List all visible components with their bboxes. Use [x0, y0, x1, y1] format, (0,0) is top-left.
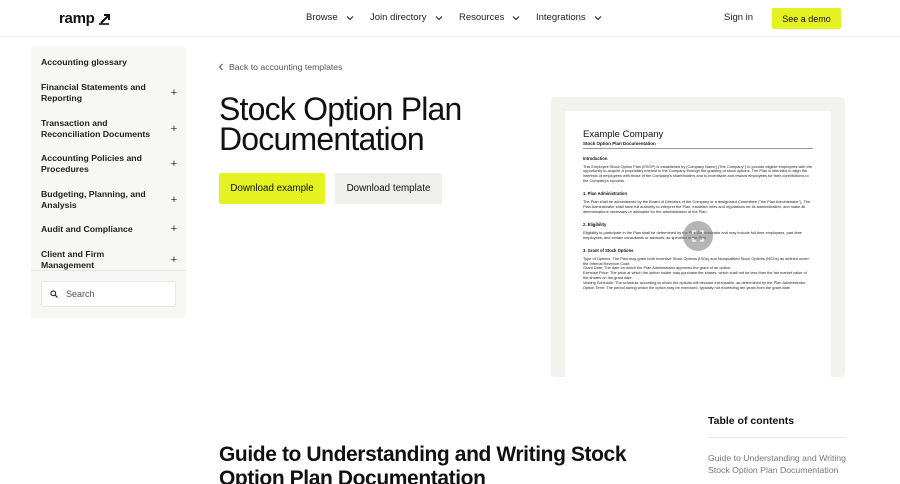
chevron-down-icon — [346, 15, 354, 20]
doc-list-item: Option Term: The period during which the… — [583, 285, 791, 291]
sidebar-item-financial-statements[interactable]: Financial Statements and Reporting + — [41, 82, 178, 104]
sidebar-item-client-firm-management[interactable]: Client and Firm Management + — [41, 249, 178, 271]
doc-section-text: The Plan shall be administered by the Bo… — [583, 199, 811, 214]
sidebar-divider — [31, 270, 186, 271]
toc-item[interactable]: Guide to Understanding and Writing Stock… — [708, 452, 848, 476]
sidebar-item-label: Audit and Compliance — [41, 224, 133, 234]
sidebar-item-accounting-policies[interactable]: Accounting Policies and Procedures + — [41, 153, 178, 175]
sidebar-item-label: Accounting glossary — [41, 57, 127, 67]
plus-icon[interactable]: + — [170, 158, 178, 170]
doc-section-heading: 1. Plan Administration — [583, 191, 628, 197]
page-title: Stock Option Plan Documentation — [219, 91, 462, 157]
chevron-down-icon — [435, 15, 442, 20]
nav-resources-label: Resources — [459, 12, 505, 23]
sidebar-item-label: Budgeting, Planning, and Analysis — [41, 189, 146, 210]
chevron-down-icon — [594, 15, 602, 20]
sidebar-item-label: Transaction and Reconciliation Documents — [41, 118, 151, 139]
sidebar-item-budgeting-planning[interactable]: Budgeting, Planning, and Analysis + — [41, 189, 178, 211]
plus-icon[interactable]: + — [170, 194, 178, 206]
expand-icon — [692, 230, 704, 242]
nav-join-directory[interactable]: Join directory — [370, 12, 443, 23]
doc-title: Stock Option Plan Documentation — [583, 141, 656, 146]
site-header: ramp Browse Join directory Resources Int… — [0, 0, 900, 37]
nav-integrations[interactable]: Integrations — [536, 12, 602, 23]
sidebar-item-label: Client and Firm Management — [41, 249, 105, 270]
sidebar-search[interactable] — [41, 281, 176, 307]
download-example-button[interactable]: Download example — [219, 173, 325, 204]
nav-join-directory-label: Join directory — [370, 12, 427, 23]
doc-section-heading: Introduction — [583, 155, 608, 161]
sign-in-link[interactable]: Sign in — [724, 12, 753, 23]
logo-text: ramp — [59, 10, 95, 27]
sidebar-item-label: Accounting Policies and Procedures — [41, 153, 142, 174]
see-a-demo-button[interactable]: See a demo — [772, 8, 841, 29]
chevron-down-icon — [513, 15, 520, 20]
doc-divider — [583, 148, 813, 149]
nav-resources[interactable]: Resources — [459, 12, 520, 23]
expand-preview-button[interactable] — [683, 221, 713, 251]
chevron-left-icon — [218, 63, 223, 71]
plus-icon[interactable]: + — [170, 87, 178, 99]
ramp-logo[interactable]: ramp — [59, 10, 111, 27]
doc-company-name: Example Company — [583, 129, 664, 140]
guide-section-title: Guide to Understanding and Writing Stock… — [219, 443, 627, 484]
nav-integrations-label: Integrations — [536, 12, 586, 23]
category-sidebar: Accounting glossary Financial Statements… — [31, 46, 186, 318]
plus-icon[interactable]: + — [170, 224, 178, 235]
nav-browse[interactable]: Browse — [306, 12, 354, 23]
toc-heading: Table of contents — [708, 415, 795, 427]
sidebar-item-label: Financial Statements and Reporting — [41, 82, 146, 103]
sidebar-item-audit-compliance[interactable]: Audit and Compliance + — [41, 224, 178, 235]
logo-mark-icon — [99, 13, 111, 25]
back-link-label: Back to accounting templates — [229, 62, 343, 72]
plus-icon[interactable]: + — [170, 254, 178, 266]
sidebar-item-transaction-reconciliation[interactable]: Transaction and Reconciliation Documents… — [41, 118, 178, 140]
plus-icon[interactable]: + — [170, 123, 178, 135]
search-icon — [50, 290, 58, 298]
back-to-templates-link[interactable]: Back to accounting templates — [218, 62, 343, 72]
toc-divider — [708, 437, 846, 438]
download-template-button[interactable]: Download template — [335, 173, 442, 204]
doc-section-text: This Employee Stock Option Plan (ESOP) i… — [583, 163, 812, 184]
search-input[interactable] — [66, 289, 166, 299]
sidebar-item-accounting-glossary[interactable]: Accounting glossary — [41, 57, 178, 68]
nav-browse-label: Browse — [306, 12, 338, 23]
